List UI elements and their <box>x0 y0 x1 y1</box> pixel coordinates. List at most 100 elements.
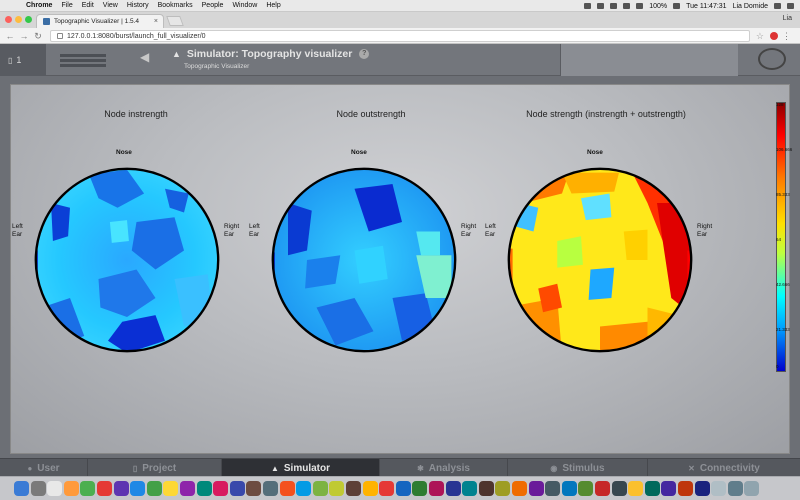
dock-app-icon[interactable] <box>229 481 245 496</box>
search-icon[interactable] <box>774 3 781 9</box>
dock-app-icon[interactable] <box>346 481 361 496</box>
profile-chip[interactable]: Lia <box>783 15 792 22</box>
volume-icon[interactable] <box>636 3 644 9</box>
nav-simulator[interactable]: ▲ Simulator <box>222 459 380 477</box>
dock-app-icon[interactable] <box>395 481 411 496</box>
page-info-icon[interactable] <box>57 33 63 39</box>
nav-project[interactable]: ▯ Project <box>88 459 222 477</box>
menu-file[interactable]: File <box>61 2 72 9</box>
dock-app-icon[interactable] <box>595 481 610 496</box>
menu-app-name[interactable]: Chrome <box>26 2 52 9</box>
dock-app-icon[interactable] <box>694 481 710 496</box>
dock-app-icon[interactable] <box>113 481 129 496</box>
dock-app-icon[interactable] <box>478 481 494 496</box>
project-tab[interactable]: ▯ 1 <box>0 44 46 76</box>
bookmark-star-icon[interactable]: ☆ <box>756 31 764 41</box>
chrome-menu-icon[interactable]: ⋮ <box>782 30 791 42</box>
dock-app-icon[interactable] <box>727 481 743 496</box>
dock-app-icon[interactable] <box>329 481 345 496</box>
help-icon[interactable]: ? <box>359 49 370 60</box>
dock-app-icon[interactable] <box>130 481 146 496</box>
reload-icon[interactable]: ↻ <box>32 30 44 42</box>
dock-app-icon[interactable] <box>412 481 428 496</box>
dock-app-icon[interactable] <box>362 481 378 496</box>
menubar-user[interactable]: Lia Domide <box>733 3 768 10</box>
dock-app-icon[interactable] <box>429 481 444 496</box>
flag-icon[interactable] <box>673 3 681 9</box>
brain-logo-icon[interactable] <box>758 48 786 70</box>
dock-app-icon[interactable] <box>561 481 577 496</box>
dock-app-icon[interactable] <box>47 481 63 496</box>
dock-app-icon[interactable] <box>213 481 229 496</box>
status-icon[interactable] <box>610 3 618 9</box>
dock-app-icon[interactable] <box>312 481 328 496</box>
menu-help[interactable]: Help <box>266 2 280 9</box>
dock-app-icon[interactable] <box>163 481 179 496</box>
dock-app-icon[interactable] <box>14 481 29 496</box>
menu-toggle-icon[interactable] <box>60 54 106 68</box>
nav-connectivity[interactable]: ✕ Connectivity <box>648 459 800 477</box>
dock-app-icon[interactable] <box>379 481 395 496</box>
nav-user[interactable]: ● User <box>0 459 88 477</box>
favicon-icon <box>43 18 50 25</box>
menu-people[interactable]: People <box>202 2 224 9</box>
dock-app-icon[interactable] <box>180 481 195 496</box>
dock-app-icon[interactable] <box>711 481 727 496</box>
dock-app-icon[interactable] <box>661 481 677 496</box>
browser-tab[interactable]: Topographic Visualizer | 1.5.4 × <box>36 14 164 28</box>
dock-app-icon[interactable] <box>495 481 511 496</box>
menu-window[interactable]: Window <box>232 2 257 9</box>
tab-strip: Topographic Visualizer | 1.5.4 × Lia <box>0 12 800 28</box>
topography-map[interactable] <box>268 165 460 355</box>
list-icon[interactable] <box>787 3 794 9</box>
topography-map[interactable] <box>31 165 223 355</box>
address-bar[interactable]: 127.0.0.1:8080/burst/launch_full_visuali… <box>50 30 750 42</box>
menu-edit[interactable]: Edit <box>82 2 94 9</box>
dock-app-icon[interactable] <box>744 481 760 496</box>
forward-arrow-icon[interactable]: → <box>18 30 30 42</box>
dock-app-icon[interactable] <box>63 481 79 496</box>
dock-app-icon[interactable] <box>578 481 594 496</box>
back-arrow-icon[interactable]: ← <box>4 30 16 42</box>
menu-bookmarks[interactable]: Bookmarks <box>158 2 193 9</box>
minimize-window-icon[interactable] <box>15 16 22 23</box>
status-icon[interactable] <box>597 3 605 9</box>
extension-icon[interactable] <box>770 32 778 40</box>
dock-app-icon[interactable] <box>678 481 693 496</box>
dock-app-icon[interactable] <box>246 481 262 496</box>
dock-app-icon[interactable] <box>545 481 561 496</box>
status-icon[interactable] <box>584 3 592 9</box>
wifi-icon[interactable] <box>623 3 631 9</box>
close-window-icon[interactable] <box>5 16 12 23</box>
colorbar-tick: 106.666 <box>776 147 793 152</box>
dock-app-icon[interactable] <box>296 481 312 496</box>
nav-analysis[interactable]: ✱ Analysis <box>380 459 508 477</box>
back-icon[interactable]: ◀ <box>140 50 149 64</box>
battery-percent[interactable]: 100% <box>649 3 667 10</box>
zoom-window-icon[interactable] <box>25 16 32 23</box>
dock-app-icon[interactable] <box>30 481 46 496</box>
dock-app-icon[interactable] <box>80 481 96 496</box>
dock-app-icon[interactable] <box>512 481 527 496</box>
dock-app-icon[interactable] <box>611 481 627 496</box>
nav-stimulus[interactable]: ◉ Stimulus <box>508 459 648 477</box>
app-bottom-nav: ● User ▯ Project ▲ Simulator ✱ Analysis … <box>0 458 800 477</box>
dock-app-icon[interactable] <box>279 481 295 496</box>
dock-app-icon[interactable] <box>196 481 212 496</box>
dock-app-icon[interactable] <box>146 481 162 496</box>
close-tab-icon[interactable]: × <box>154 18 158 25</box>
nose-label: Nose <box>116 149 132 156</box>
dock-app-icon[interactable] <box>97 481 112 496</box>
new-tab-button[interactable] <box>166 16 184 26</box>
clock[interactable]: Tue 11:47:31 <box>686 3 726 10</box>
topography-map[interactable] <box>504 165 696 355</box>
dock-app-icon[interactable] <box>644 481 660 496</box>
dock-app-icon[interactable] <box>528 481 544 496</box>
project-tab-label: 1 <box>16 55 22 65</box>
dock-app-icon[interactable] <box>445 481 461 496</box>
menu-view[interactable]: View <box>103 2 118 9</box>
dock-app-icon[interactable] <box>263 481 278 496</box>
menu-history[interactable]: History <box>127 2 149 9</box>
dock-app-icon[interactable] <box>462 481 478 496</box>
dock-app-icon[interactable] <box>628 481 644 496</box>
